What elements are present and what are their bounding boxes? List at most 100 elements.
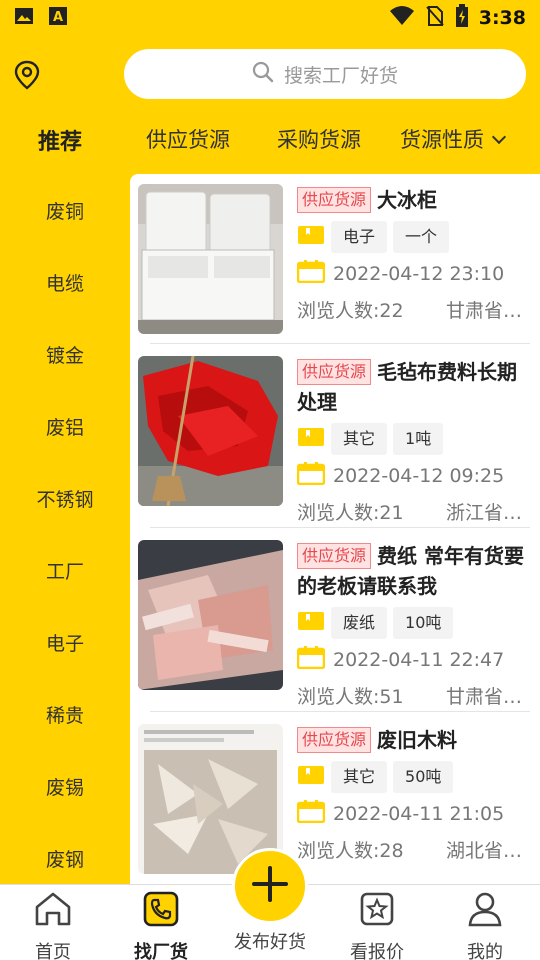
listing-info: 供应货源 废旧木料 其它 50吨 2022-04-11 21:05 浏览人数:28…: [296, 724, 530, 884]
quantity-pill: 1吨: [393, 423, 444, 455]
calendar-icon: [296, 259, 326, 288]
search-bar[interactable]: 搜索工厂好货: [124, 49, 526, 99]
sidebar-item-gold-plated[interactable]: 镀金: [0, 318, 130, 390]
listing-date-row: 2022-04-11 21:05: [296, 799, 530, 828]
listing-image: [138, 356, 283, 506]
listing-card[interactable]: 供应货源 费纸 常年有货要的老板请联系我 废纸 10吨 2022-04-11 22…: [130, 528, 540, 712]
listing-meta-row: 电子 一个: [297, 221, 530, 253]
tab-source-type-label: 货源性质: [400, 128, 484, 152]
quantity-pill: 10吨: [393, 607, 454, 639]
listing-card[interactable]: 供应货源 大冰柜 电子 一个 2022-04-12 23:10 浏览人数:22 甘…: [130, 174, 540, 344]
listing-panel: 供应货源 大冰柜 电子 一个 2022-04-12 23:10 浏览人数:22 甘…: [130, 174, 540, 884]
image-icon: [14, 6, 34, 30]
view-count: 浏览人数:22: [297, 300, 404, 322]
listing-card[interactable]: 供应货源 废旧木料 其它 50吨 2022-04-11 21:05 浏览人数:28…: [130, 712, 540, 884]
nav-home[interactable]: 首页: [8, 891, 98, 960]
region: 湖北省…: [445, 840, 522, 862]
view-count: 浏览人数:51: [297, 686, 404, 708]
nav-find-goods[interactable]: 找厂货: [116, 891, 206, 960]
quantity-pill: 一个: [393, 221, 450, 253]
nav-home-label: 首页: [35, 942, 71, 960]
supply-tag: 供应货源: [297, 543, 372, 569]
nav-quotes[interactable]: 看报价: [332, 891, 422, 960]
phone-icon: [142, 891, 180, 932]
publish-label[interactable]: 发布好货: [220, 928, 320, 954]
nav-quotes-label: 看报价: [350, 942, 404, 960]
listing-meta-row: 其它 1吨: [297, 423, 530, 455]
listing-meta-row: 废纸 10吨: [297, 607, 530, 639]
listing-image: [138, 540, 283, 690]
sidebar-item-aluminum[interactable]: 废铝: [0, 390, 130, 462]
location-icon[interactable]: [12, 58, 42, 92]
listing-bottom-row: 浏览人数:22 甘肃省…: [297, 296, 530, 323]
category-tabs: 推荐 供应货源 采购货源 货源性质: [0, 116, 540, 168]
sidebar-item-precious[interactable]: 稀贵: [0, 678, 130, 750]
listing-title-row: 供应货源 大冰柜: [297, 185, 530, 215]
status-bar: A 3:38: [0, 0, 540, 36]
listing-date: 2022-04-11 22:47: [333, 648, 505, 671]
tab-recommend[interactable]: 推荐: [38, 124, 82, 156]
category-pill: 废纸: [331, 607, 388, 639]
listing-bottom-row: 浏览人数:28 湖北省…: [297, 836, 530, 863]
status-time: 3:38: [478, 7, 526, 29]
tab-source-type[interactable]: 货源性质: [400, 124, 507, 154]
region: 甘肃省…: [445, 300, 522, 322]
ticket-icon: [297, 223, 325, 251]
nav-mine[interactable]: 我的: [440, 891, 530, 960]
wifi-icon: [389, 5, 415, 31]
tab-purchase[interactable]: 采购货源: [277, 124, 361, 154]
view-count: 浏览人数:28: [297, 840, 404, 862]
chevron-down-icon: [491, 129, 507, 145]
battery-icon: [455, 4, 469, 32]
listing-title-row: 供应货源 毛毡布费料长期处理: [297, 357, 530, 417]
sidebar-item-stainless[interactable]: 不锈钢: [0, 462, 130, 534]
listing-info: 供应货源 毛毡布费料长期处理 其它 1吨 2022-04-12 09:25 浏览人…: [296, 356, 530, 528]
sidebar: 废铜 电缆 镀金 废铝 不锈钢 工厂 电子 稀贵 废锡 废钢: [0, 174, 130, 884]
listing-info: 供应货源 大冰柜 电子 一个 2022-04-12 23:10 浏览人数:22 甘…: [296, 184, 530, 344]
region: 甘肃省…: [445, 686, 522, 708]
listing-date-row: 2022-04-12 23:10: [296, 259, 530, 288]
nav-mine-label: 我的: [467, 942, 503, 960]
category-pill: 其它: [331, 761, 388, 793]
font-icon: A: [48, 6, 68, 30]
listing-date-row: 2022-04-11 22:47: [296, 645, 530, 674]
listing-date: 2022-04-12 23:10: [333, 262, 505, 285]
supply-tag: 供应货源: [297, 727, 372, 753]
listing-meta-row: 其它 50吨: [297, 761, 530, 793]
publish-button[interactable]: [232, 848, 308, 924]
calendar-icon: [296, 645, 326, 674]
ticket-icon: [297, 425, 325, 453]
plus-icon: [250, 864, 290, 908]
sidebar-item-copper[interactable]: 废铜: [0, 174, 130, 246]
listing-title-row: 供应货源 废旧木料: [297, 725, 530, 755]
ticket-icon: [297, 763, 325, 791]
listing-card[interactable]: 供应货源 毛毡布费料长期处理 其它 1吨 2022-04-12 09:25 浏览人…: [130, 344, 540, 528]
search-input[interactable]: 搜索工厂好货: [284, 61, 398, 88]
sidebar-item-cable[interactable]: 电缆: [0, 246, 130, 318]
supply-tag: 供应货源: [297, 359, 372, 385]
category-pill: 其它: [331, 423, 388, 455]
listing-info: 供应货源 费纸 常年有货要的老板请联系我 废纸 10吨 2022-04-11 22…: [296, 540, 530, 712]
header: 搜索工厂好货: [0, 36, 540, 116]
quantity-pill: 50吨: [393, 761, 454, 793]
sidebar-item-electronics[interactable]: 电子: [0, 606, 130, 678]
listing-date: 2022-04-11 21:05: [333, 802, 505, 825]
nav-find-goods-label: 找厂货: [134, 942, 188, 960]
calendar-icon: [296, 799, 326, 828]
search-icon: [252, 61, 274, 88]
svg-text:A: A: [53, 10, 63, 25]
view-count: 浏览人数:21: [297, 502, 404, 524]
supply-tag: 供应货源: [297, 187, 372, 213]
tab-supply[interactable]: 供应货源: [146, 124, 230, 154]
listing-date: 2022-04-12 09:25: [333, 464, 505, 487]
sidebar-item-factory[interactable]: 工厂: [0, 534, 130, 606]
sidebar-item-tin[interactable]: 废锡: [0, 750, 130, 822]
calendar-icon: [296, 461, 326, 490]
home-icon: [34, 891, 72, 932]
no-sim-icon: [425, 5, 445, 31]
listing-bottom-row: 浏览人数:21 浙江省…: [297, 498, 530, 525]
user-icon: [466, 891, 504, 932]
region: 浙江省…: [445, 502, 522, 524]
listing-date-row: 2022-04-12 09:25: [296, 461, 530, 490]
ticket-icon: [297, 609, 325, 637]
